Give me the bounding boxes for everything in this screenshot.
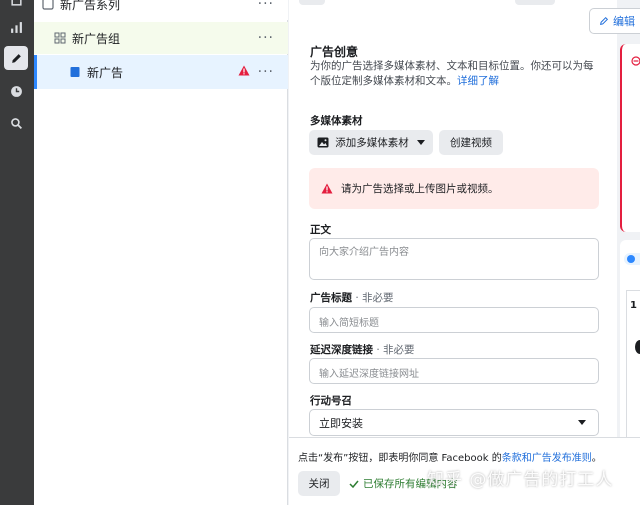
- folder-icon: [42, 0, 54, 10]
- check-icon: [349, 480, 359, 488]
- search-icon[interactable]: [4, 111, 28, 135]
- tree-item-campaign[interactable]: 新广告系列 ···: [34, 0, 288, 20]
- preview-number: 1: [630, 300, 637, 311]
- chevron-down-icon: [416, 140, 425, 145]
- cta-select[interactable]: 立即安装: [309, 409, 599, 436]
- headline-input[interactable]: 输入简短标题: [309, 307, 599, 333]
- terms-link[interactable]: 条款和广告发布准则: [502, 453, 592, 464]
- more-options-icon[interactable]: ···: [258, 30, 274, 46]
- top-button[interactable]: [299, 0, 325, 5]
- preview-error-card: [620, 44, 640, 232]
- grid-icon: [54, 32, 66, 44]
- add-media-label: 添加多媒体素材: [335, 137, 409, 149]
- edit-pencil-icon: [600, 16, 609, 25]
- clock-icon[interactable]: [4, 79, 28, 103]
- edit-button[interactable]: 编辑: [589, 8, 640, 34]
- preview-toggle[interactable]: [624, 253, 640, 265]
- edit-pencil-icon[interactable]: [4, 46, 28, 70]
- primary-text-label: 正文: [310, 224, 331, 236]
- deeplink-label: 延迟深度链接 · 非必要: [310, 344, 415, 356]
- image-icon: [317, 137, 329, 148]
- learn-more-link[interactable]: 详细了解: [457, 75, 499, 87]
- media-error-alert: 请为广告选择或上传图片或视频。: [309, 168, 599, 209]
- ad-editor-form: 广告创意 为你的广告选择多媒体素材、文本和目标位置。你还可以为每个版位定制多媒体…: [289, 0, 617, 505]
- create-video-button[interactable]: 创建视频: [439, 130, 503, 155]
- campaign-label: 新广告系列: [60, 0, 121, 12]
- deeplink-input[interactable]: 输入延迟深度链接网址: [309, 358, 599, 384]
- headline-label: 广告标题 · 非必要: [310, 292, 394, 304]
- cta-label: 行动号召: [310, 395, 352, 407]
- watermark: 知乎 @做广告的打工人: [427, 470, 614, 490]
- terms-notice: 点击“发布”按钮，即表明你同意 Facebook 的条款和广告发布准则。: [298, 453, 602, 464]
- top-button[interactable]: [515, 0, 555, 5]
- tree-item-ad[interactable]: 新广告 ···: [34, 55, 288, 89]
- warning-icon: [238, 65, 250, 79]
- adset-label: 新广告组: [72, 31, 121, 46]
- primary-text-input[interactable]: 向大家介绍广告内容: [309, 238, 599, 280]
- chart-icon[interactable]: [4, 15, 28, 39]
- home-icon[interactable]: [4, 0, 28, 12]
- ad-label: 新广告: [87, 65, 124, 80]
- more-options-icon[interactable]: ···: [258, 0, 274, 12]
- footer-bar: 点击“发布”按钮，即表明你同意 Facebook 的条款和广告发布准则。 关闭 …: [289, 437, 640, 505]
- tree-item-adset[interactable]: 新广告组 ···: [34, 22, 288, 54]
- section-title: 广告创意: [310, 45, 359, 59]
- close-button[interactable]: 关闭: [298, 471, 340, 496]
- warning-icon: [321, 183, 333, 194]
- error-circle-icon: [631, 56, 640, 66]
- cta-selected-value: 立即安装: [319, 416, 363, 430]
- section-description: 为你的广告选择多媒体素材、文本和目标位置。你还可以为每个版位定制多媒体素材和文本…: [310, 60, 594, 87]
- more-options-icon[interactable]: ···: [258, 64, 274, 80]
- ad-icon: [69, 66, 81, 78]
- preview-avatar: [635, 340, 640, 354]
- alert-text: 请为广告选择或上传图片或视频。: [341, 183, 499, 195]
- media-label: 多媒体素材: [310, 115, 363, 127]
- tool-rail: [0, 0, 34, 505]
- add-media-button[interactable]: 添加多媒体素材: [309, 130, 433, 155]
- chevron-down-icon: [578, 420, 586, 425]
- campaign-tree: 新广告系列 ··· 新广告组 ··· 新广告 ···: [34, 0, 288, 505]
